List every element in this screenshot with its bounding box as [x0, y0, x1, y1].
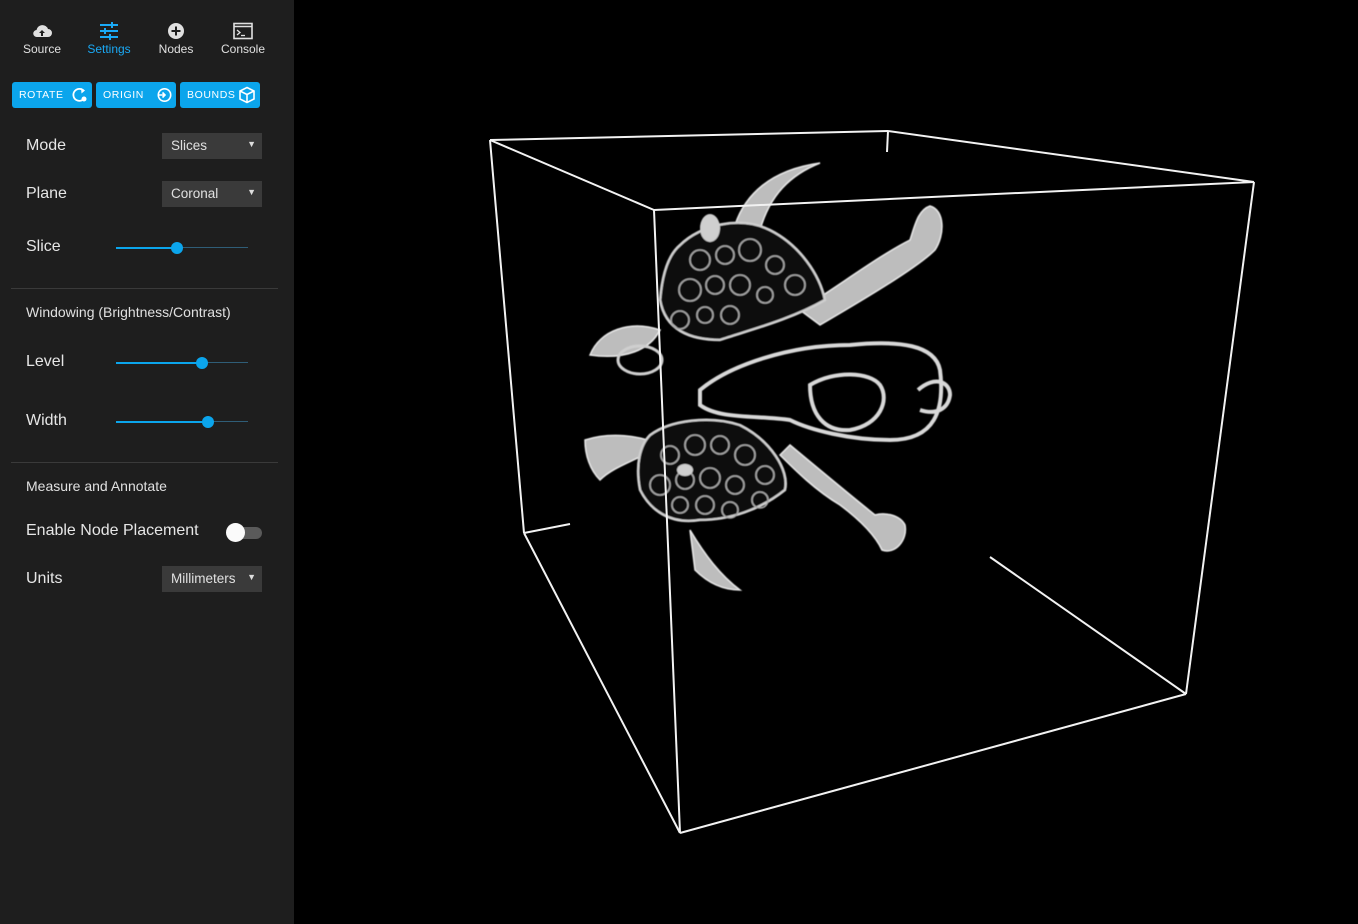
rotate-icon: [72, 87, 87, 102]
tab-nodes[interactable]: Nodes: [140, 22, 212, 56]
plane-label: Plane: [26, 185, 67, 202]
level-label: Level: [26, 353, 65, 370]
plane-select-value: Coronal: [171, 186, 219, 201]
slider-fill: [116, 247, 177, 249]
slider-fill: [116, 421, 209, 423]
slider-handle[interactable]: [202, 416, 215, 428]
tab-settings-label: Settings: [87, 42, 131, 56]
mode-select[interactable]: Slices ▼: [162, 133, 262, 159]
top-nav: Source Settings Nodes Console: [0, 22, 294, 62]
slice-label: Slice: [26, 238, 61, 255]
measure-section-title: Measure and Annotate: [26, 478, 167, 494]
windowing-section-title: Windowing (Brightness/Contrast): [26, 304, 231, 320]
ct-slice-bone-structure: [584, 162, 953, 591]
slider-handle[interactable]: [170, 242, 183, 254]
sliders-icon: [100, 22, 118, 40]
divider: [11, 288, 278, 289]
tab-console[interactable]: Console: [207, 22, 279, 56]
toggle-knob: [226, 523, 245, 542]
origin-button[interactable]: ORIGIN: [96, 82, 176, 108]
chevron-down-icon: ▼: [247, 139, 256, 149]
bounding-box-back: [489, 130, 1255, 695]
slider-fill: [116, 362, 202, 364]
units-select-value: Millimeters: [171, 571, 236, 586]
bounding-box-front: [489, 139, 1255, 834]
cloud-upload-icon: [33, 25, 52, 38]
3d-viewport[interactable]: [294, 0, 1358, 924]
rotate-button[interactable]: ROTATE: [12, 82, 92, 108]
level-slider[interactable]: [116, 356, 248, 370]
units-select[interactable]: Millimeters ▼: [162, 566, 262, 592]
divider: [11, 462, 278, 463]
cube-icon: [239, 86, 255, 104]
tab-console-label: Console: [220, 42, 266, 56]
units-label: Units: [26, 570, 63, 587]
origin-icon: [157, 88, 172, 102]
chevron-down-icon: ▼: [247, 572, 256, 582]
tab-nodes-label: Nodes: [158, 42, 194, 56]
origin-button-label: ORIGIN: [103, 89, 144, 101]
tab-settings[interactable]: Settings: [73, 22, 145, 56]
tab-source[interactable]: Source: [6, 22, 78, 56]
plus-circle-icon: [168, 23, 184, 39]
chevron-down-icon: ▼: [247, 187, 256, 197]
mode-select-value: Slices: [171, 138, 208, 153]
width-slider[interactable]: [116, 415, 248, 429]
bounds-button-label: BOUNDS: [187, 89, 236, 101]
terminal-icon: [233, 22, 253, 40]
width-label: Width: [26, 412, 67, 429]
node-placement-toggle[interactable]: [226, 522, 264, 542]
volume-render: [489, 130, 1255, 834]
mode-label: Mode: [26, 137, 67, 154]
slice-slider[interactable]: [116, 241, 248, 255]
tab-source-label: Source: [22, 42, 62, 56]
bounds-button[interactable]: BOUNDS: [180, 82, 260, 108]
plane-select[interactable]: Coronal ▼: [162, 181, 262, 207]
slider-handle[interactable]: [195, 357, 208, 369]
rotate-button-label: ROTATE: [19, 89, 64, 101]
node-placement-label: Enable Node Placement: [26, 522, 199, 539]
settings-sidebar: Source Settings Nodes Console ROTATE ORI…: [0, 0, 294, 924]
